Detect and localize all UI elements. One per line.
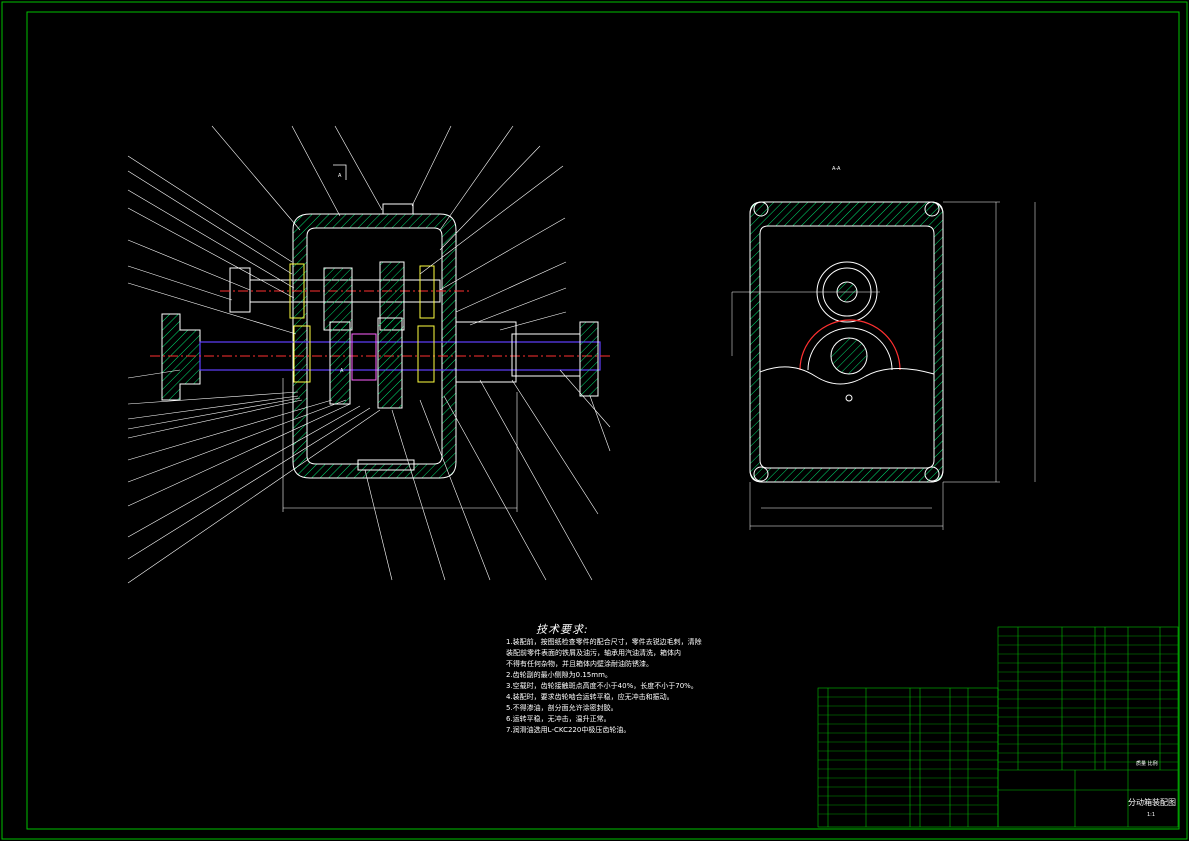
tech-req-line-6: 4.装配时，要求齿轮啮合运转平稳，应无冲击和振动。	[506, 693, 674, 701]
bearing-ur	[419, 265, 435, 319]
view-marker: A	[338, 173, 342, 179]
input-flange	[229, 267, 251, 313]
tech-req-line-5: 3.空载时，齿轮接触斑点高度不小于40%，长度不小于70%。	[506, 682, 698, 690]
section-marker: A	[340, 368, 344, 374]
tech-req-line-2: 装配前零件表面的铁屑及油污，轴承用汽油清洗，箱体内	[506, 649, 681, 657]
tech-req-line-7: 5.不得渗油，剖分面允许涂密封胶。	[506, 704, 618, 712]
clutch-sleeve	[351, 333, 377, 381]
tech-req-line-9: 7.润滑油选用L-CKC220中极压齿轮油。	[506, 726, 631, 734]
gear-lower-1	[329, 321, 351, 405]
bom-rows-left	[818, 696, 998, 815]
top-bolt	[382, 203, 414, 215]
side-view-a-a: A-A	[731, 166, 1036, 530]
gear-lower-2	[377, 317, 403, 409]
title-block-note: 质量 比例	[1136, 761, 1158, 767]
left-flange	[161, 313, 201, 401]
section-title: A-A	[832, 166, 841, 172]
tech-req-line-8: 6.运转平稳，无冲击，温升正常。	[506, 715, 611, 723]
right-flange	[579, 321, 599, 397]
gear-upper-1	[323, 267, 353, 331]
housing-wall	[292, 213, 457, 479]
drawing-scale: 1:1	[1147, 812, 1156, 818]
tech-req-title: 技术要求:	[536, 623, 589, 636]
bom-table-left	[817, 687, 999, 828]
tech-req-line-3: 不得有任何杂物，并且箱体内壁涂耐油防锈漆。	[506, 660, 653, 668]
drawing-title: 分动箱装配图	[1128, 798, 1176, 807]
sectional-view: A A	[150, 164, 610, 512]
bearing-cap-right	[455, 321, 517, 383]
bom-rows-right	[998, 635, 1178, 763]
technical-requirements: 技术要求: 1.装配前，按图纸检查零件的配合尺寸，零件去锐边毛刺，清除 装配前零…	[506, 624, 702, 736]
tech-req-line-1: 1.装配前，按图纸检查零件的配合尺寸，零件去锐边毛刺，清除	[506, 638, 702, 646]
tech-req-line-4: 2.齿轮副的最小侧隙为0.15mm。	[506, 671, 612, 679]
bearing-lr	[417, 325, 435, 383]
